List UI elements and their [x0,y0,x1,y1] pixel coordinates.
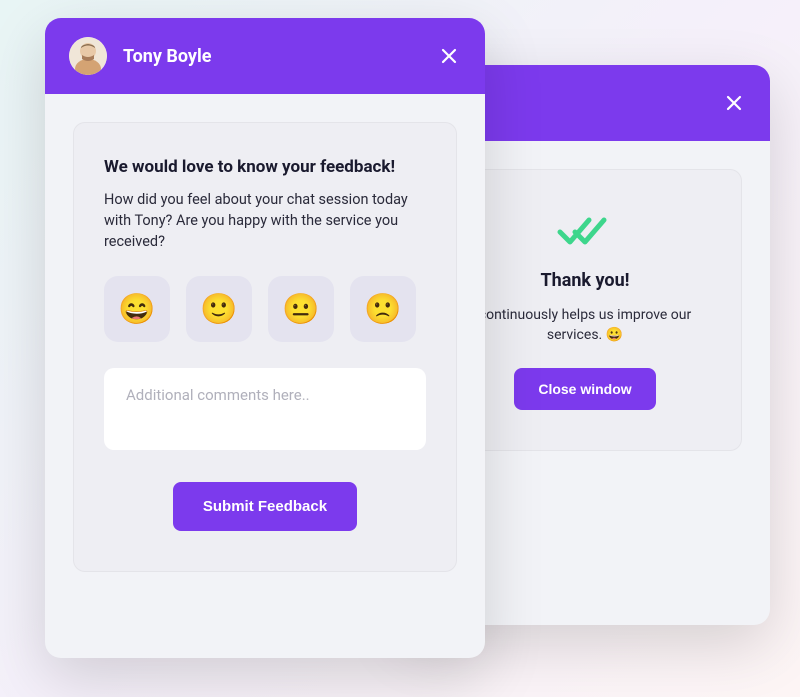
feedback-panel: We would love to know your feedback! How… [73,122,457,572]
feedback-content: We would love to know your feedback! How… [45,94,485,600]
feedback-subtitle: How did you feel about your chat session… [104,189,426,252]
confirmation-text: continuously helps us improve our servic… [453,305,717,346]
close-icon[interactable] [437,44,461,68]
avatar [69,37,107,75]
rating-happy[interactable]: 🙂 [186,276,252,342]
rating-options: 😄 🙂 😐 🙁 [104,276,426,342]
success-checkmark-icon [453,214,717,248]
feedback-title: We would love to know your feedback! [104,157,426,177]
confirmation-title: Thank you! [453,270,717,291]
close-window-button[interactable]: Close window [514,368,655,410]
submit-button[interactable]: Submit Feedback [173,482,357,531]
header-left: Tony Boyle [69,37,211,75]
comment-input[interactable] [104,368,426,450]
close-icon[interactable] [722,91,746,115]
rating-very-happy[interactable]: 😄 [104,276,170,342]
rating-unhappy[interactable]: 🙁 [350,276,416,342]
dialog-header: Tony Boyle [45,18,485,94]
agent-name: Tony Boyle [123,46,211,67]
rating-neutral[interactable]: 😐 [268,276,334,342]
feedback-dialog: Tony Boyle We would love to know your fe… [45,18,485,658]
